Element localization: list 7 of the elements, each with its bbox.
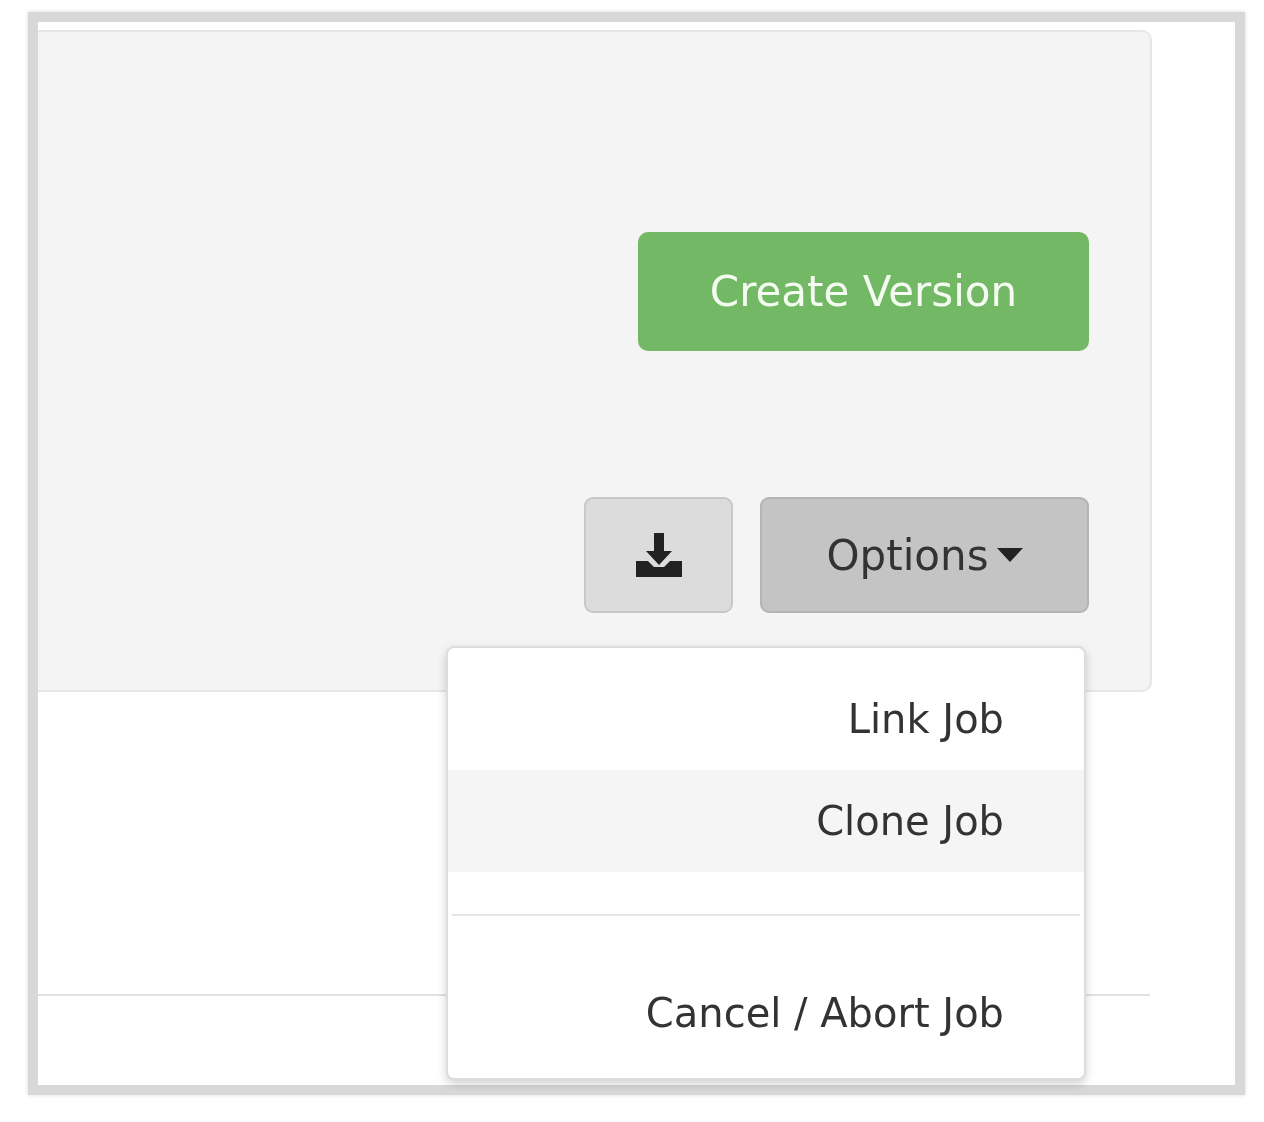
caret-icon [996,548,1023,562]
options-button[interactable]: Options [760,497,1089,613]
menu-item[interactable]: Clone Job [448,770,1084,872]
download-button[interactable] [584,497,733,613]
menu-item[interactable]: Cancel / Abort Job [448,962,1084,1064]
menu-item[interactable]: Link Job [448,668,1084,770]
download-icon [633,531,684,579]
